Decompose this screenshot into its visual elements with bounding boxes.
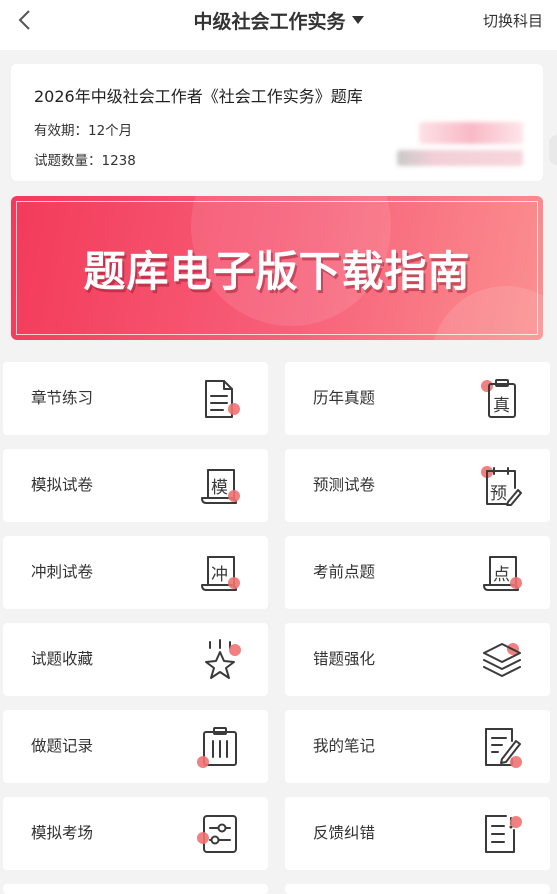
tile-label: 模拟试卷: [31, 476, 94, 494]
document-list-icon: [205, 380, 240, 418]
scroll-chong-icon: 冲: [201, 556, 240, 591]
tile-label: 我的笔记: [313, 737, 376, 755]
feedback-list-icon: [485, 815, 522, 853]
top-bar: 中级社会工作实务 切换科目: [0, 0, 557, 50]
icon-glyph: 真: [493, 396, 510, 416]
scroll-dian-icon: 点: [483, 556, 522, 591]
validity-period: 有效期：12个月: [34, 123, 133, 139]
sliders-icon: [197, 815, 237, 853]
blurred-redaction-bottom: [397, 150, 523, 166]
icon-glyph: 模: [211, 478, 228, 498]
calendar-yu-icon: 预: [481, 466, 522, 506]
note-pencil-icon: [485, 728, 522, 768]
sprint-papers-tile[interactable]: 冲刺试卷 冲: [3, 536, 268, 609]
banner-title: 题库电子版下载指南: [83, 246, 471, 296]
layers-icon: [483, 643, 521, 677]
favorites-tile[interactable]: 试题收藏: [3, 623, 268, 696]
switch-subject-button[interactable]: 切换科目: [483, 10, 543, 31]
tile-label: 做题记录: [31, 737, 94, 755]
tile-label: 冲刺试卷: [31, 563, 94, 581]
star-icon: [205, 639, 241, 679]
tile-label: 模拟考场: [31, 824, 94, 842]
tile-label: 历年真题: [313, 389, 376, 407]
blurred-redaction-top: [419, 122, 523, 144]
scroll-mo-icon: 模: [201, 469, 240, 504]
icon-glyph: 点: [493, 565, 510, 585]
tile-label: 章节练习: [31, 389, 94, 407]
clipboard-record-icon: [197, 727, 237, 768]
past-exams-tile[interactable]: 历年真题 真: [285, 362, 550, 435]
chapter-practice-tile[interactable]: 章节练习: [3, 362, 268, 435]
practice-records-tile[interactable]: 做题记录: [3, 710, 268, 783]
mock-exam-room-tile[interactable]: 模拟考场: [3, 797, 268, 870]
mistakes-review-tile[interactable]: 错题强化: [285, 623, 550, 696]
page-title[interactable]: 中级社会工作实务: [193, 7, 345, 34]
clipboard-zhen-icon: 真: [481, 379, 516, 418]
tile-label: 错题强化: [313, 650, 376, 668]
pre-exam-points-tile[interactable]: 考前点题 点: [285, 536, 550, 609]
icon-glyph: 预: [490, 484, 507, 504]
tile-label: 试题收藏: [31, 650, 94, 668]
forecast-papers-tile[interactable]: 预测试卷 预: [285, 449, 550, 522]
next-row-hint: [0, 880, 557, 894]
question-bank-info-card: 2026年中级社会工作者《社会工作实务》题库 有效期：12个月 试题数量：123…: [11, 64, 543, 181]
tile-label: 考前点题: [313, 563, 376, 581]
question-bank-name: 2026年中级社会工作者《社会工作实务》题库: [34, 87, 363, 106]
caret-down-icon[interactable]: [351, 16, 364, 24]
tile-label: 预测试卷: [313, 476, 376, 494]
question-count: 试题数量：1238: [34, 153, 136, 169]
mock-papers-tile[interactable]: 模拟试卷 模: [3, 449, 268, 522]
back-arrow-icon[interactable]: [14, 9, 36, 31]
feedback-tile[interactable]: 反馈纠错: [285, 797, 550, 870]
icon-glyph: 冲: [211, 565, 228, 585]
download-guide-banner[interactable]: 题库电子版下载指南: [11, 196, 543, 340]
tile-label: 反馈纠错: [313, 824, 376, 842]
my-notes-tile[interactable]: 我的笔记: [285, 710, 550, 783]
edge-scroll-handle: [549, 135, 557, 165]
